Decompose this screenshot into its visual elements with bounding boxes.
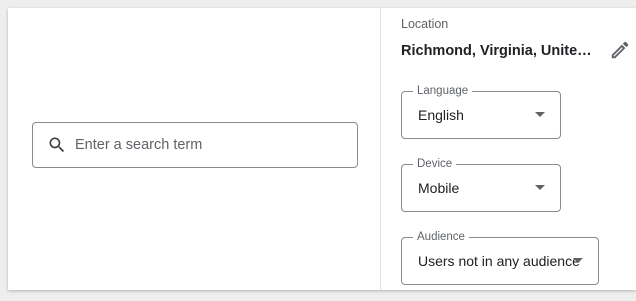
language-label: Language	[413, 84, 473, 98]
settings-card: Location Richmond, Virginia, United Stat…	[8, 8, 636, 290]
pencil-edit-icon[interactable]	[609, 39, 631, 61]
location-label: Location	[401, 17, 449, 31]
dropdown-arrow-icon	[573, 258, 583, 263]
search-icon	[49, 137, 65, 153]
device-label: Device	[413, 157, 457, 171]
language-select[interactable]: Language English	[401, 84, 561, 139]
language-value: English	[418, 107, 464, 123]
location-value: Richmond, Virginia, United States	[401, 43, 599, 59]
panel-divider	[380, 8, 381, 290]
audience-label: Audience	[413, 230, 469, 244]
dropdown-arrow-icon	[535, 185, 545, 190]
audience-select[interactable]: Audience Users not in any audience	[401, 230, 599, 285]
device-value: Mobile	[418, 180, 460, 196]
dropdown-arrow-icon	[535, 112, 545, 117]
search-input[interactable]	[75, 123, 345, 167]
audience-value: Users not in any audience	[418, 253, 580, 269]
device-select[interactable]: Device Mobile	[401, 157, 561, 212]
search-field[interactable]	[32, 122, 358, 168]
